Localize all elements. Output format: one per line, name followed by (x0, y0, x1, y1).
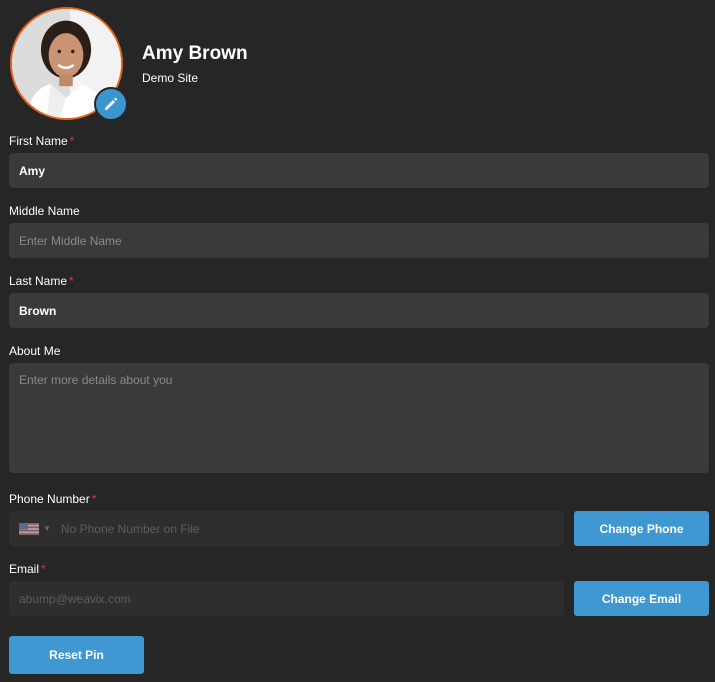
last-name-label-text: Last Name (9, 274, 68, 288)
edit-avatar-button[interactable] (94, 87, 128, 121)
phone-label: Phone Number * (9, 492, 96, 506)
first-name-field[interactable]: Amy (9, 153, 709, 188)
reset-pin-button[interactable]: Reset Pin (9, 636, 144, 674)
middle-name-field[interactable]: Enter Middle Name (9, 223, 709, 258)
first-name-label-text: First Name (9, 134, 68, 148)
last-name-value: Brown (19, 303, 57, 318)
us-flag-icon[interactable] (19, 522, 39, 535)
change-email-button[interactable]: Change Email (574, 581, 709, 616)
email-label-text: Email (9, 562, 40, 576)
pencil-icon (105, 97, 118, 110)
email-label: Email * (9, 562, 46, 576)
phone-label-text: Phone Number (9, 492, 90, 506)
profile-page: Amy Brown Demo Site First Name * Amy Midd… (0, 0, 715, 682)
user-name: Amy Brown (142, 43, 248, 64)
phone-placeholder: No Phone Number on File (60, 521, 200, 536)
first-name-label: First Name * (9, 134, 74, 148)
phone-field[interactable]: ▼ No Phone Number on File (9, 511, 564, 546)
email-value: abump@weavix.com (19, 591, 131, 606)
about-me-placeholder: Enter more details about you (19, 373, 173, 387)
about-me-label: About Me (9, 344, 60, 358)
about-me-textarea[interactable]: Enter more details about you (9, 363, 709, 473)
avatar-container (10, 7, 128, 122)
middle-name-placeholder: Enter Middle Name (19, 233, 122, 248)
user-site: Demo Site (142, 71, 199, 85)
email-field: abump@weavix.com (9, 581, 564, 616)
first-name-value: Amy (19, 163, 46, 178)
chevron-down-icon[interactable]: ▼ (43, 524, 51, 533)
required-marker: * (91, 492, 97, 506)
required-marker: * (69, 274, 74, 288)
last-name-field[interactable]: Brown (9, 293, 709, 328)
required-marker: * (41, 562, 46, 576)
about-me-label-text: About Me (9, 344, 61, 358)
middle-name-label: Middle Name (9, 204, 80, 218)
middle-name-label-text: Middle Name (9, 204, 80, 218)
last-name-label: Last Name * (9, 274, 74, 288)
change-phone-button[interactable]: Change Phone (574, 511, 709, 546)
required-marker: * (69, 134, 75, 148)
